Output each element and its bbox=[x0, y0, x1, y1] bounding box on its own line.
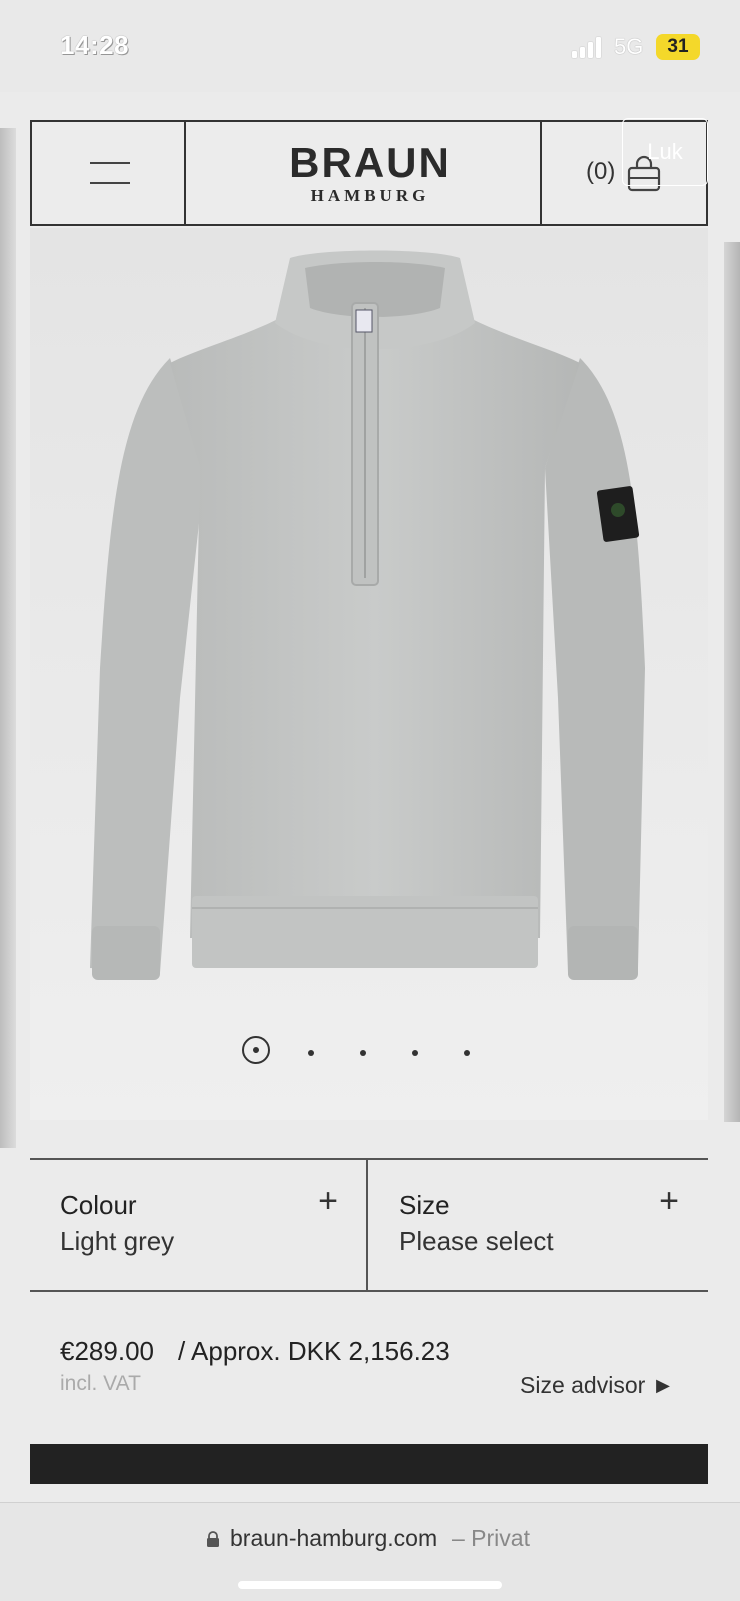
colour-value: Light grey bbox=[60, 1226, 175, 1256]
size-selector[interactable]: Size Please select + bbox=[369, 1160, 707, 1290]
price-approx: / Approx. DKK 2,156.23 bbox=[178, 1336, 450, 1366]
gallery-dot-active[interactable] bbox=[242, 1036, 270, 1064]
gallery-dot[interactable] bbox=[412, 1050, 418, 1056]
add-to-cart-bar[interactable] bbox=[30, 1444, 708, 1484]
vat-note: incl. VAT bbox=[60, 1372, 141, 1395]
colour-selector[interactable]: Colour Light grey + bbox=[30, 1160, 368, 1290]
plus-icon[interactable]: + bbox=[318, 1182, 338, 1221]
gallery-pagination[interactable] bbox=[242, 1036, 502, 1072]
lock-icon bbox=[207, 1531, 219, 1547]
brand-name: BRAUN bbox=[289, 139, 451, 186]
signal-icon bbox=[572, 36, 604, 58]
price: €289.00 bbox=[60, 1336, 154, 1366]
network-type: 5G bbox=[614, 34, 644, 59]
cart-count[interactable]: (0) bbox=[586, 158, 615, 186]
plus-icon[interactable]: + bbox=[659, 1182, 679, 1221]
battery-icon: 31 bbox=[656, 34, 700, 60]
gallery-dot[interactable] bbox=[464, 1050, 470, 1056]
size-title: Size bbox=[399, 1190, 450, 1220]
adjacent-image-left bbox=[0, 128, 16, 1148]
site-header: BRAUN HAMBURG (0) bbox=[30, 120, 708, 226]
adjacent-image-right bbox=[724, 242, 740, 1122]
colour-title: Colour bbox=[60, 1190, 137, 1220]
status-bar: 14:28 5G 31 bbox=[0, 0, 740, 92]
browser-address-bar[interactable]: braun-hamburg.com – Privat bbox=[0, 1502, 740, 1601]
size-value: Please select bbox=[399, 1226, 554, 1256]
product-options: Colour Light grey + Size Please select + bbox=[30, 1158, 708, 1292]
header-divider bbox=[184, 122, 186, 224]
home-indicator[interactable] bbox=[238, 1581, 502, 1589]
close-button[interactable]: Luk bbox=[622, 118, 708, 186]
product-image bbox=[90, 250, 645, 980]
brand-subtitle: HAMBURG bbox=[310, 186, 430, 205]
size-advisor-link[interactable]: Size advisor ► bbox=[520, 1372, 674, 1399]
product-page: BRAUN HAMBURG (0) Luk Colour Light grey … bbox=[0, 92, 740, 1502]
url-text[interactable]: braun-hamburg.com bbox=[230, 1525, 437, 1552]
brand-logo[interactable]: BRAUN HAMBURG bbox=[188, 140, 552, 206]
gallery-dot[interactable] bbox=[360, 1050, 366, 1056]
header-divider bbox=[540, 122, 542, 224]
hamburger-menu-icon[interactable] bbox=[90, 162, 130, 184]
gallery-dot[interactable] bbox=[308, 1050, 314, 1056]
private-mode-label: – Privat bbox=[452, 1525, 530, 1551]
status-time: 14:28 bbox=[60, 30, 129, 60]
product-image-gallery[interactable] bbox=[30, 228, 708, 1120]
